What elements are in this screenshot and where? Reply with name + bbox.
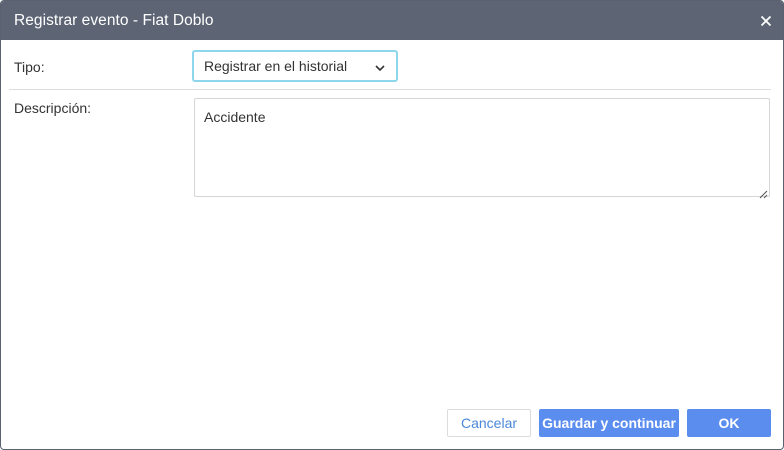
cancel-button[interactable]: Cancelar bbox=[447, 409, 531, 437]
register-event-dialog: Registrar evento - Fiat Doblo Tipo: Regi… bbox=[0, 0, 784, 450]
descripcion-text: Accidente bbox=[204, 109, 266, 125]
dialog-titlebar: Registrar evento - Fiat Doblo bbox=[1, 1, 783, 40]
tipo-select-value: Registrar en el historial bbox=[204, 58, 348, 74]
tipo-label: Tipo: bbox=[14, 59, 45, 75]
tipo-select[interactable]: Registrar en el historial bbox=[193, 51, 397, 81]
descripcion-label: Descripción: bbox=[14, 100, 92, 116]
ok-button[interactable]: OK bbox=[687, 409, 771, 437]
descripcion-textarea[interactable]: Accidente bbox=[194, 98, 770, 199]
dialog-title: Registrar evento - Fiat Doblo bbox=[14, 12, 214, 29]
close-icon[interactable] bbox=[756, 11, 776, 31]
chevron-down-icon bbox=[374, 61, 386, 73]
form-divider bbox=[9, 89, 771, 90]
save-and-continue-button[interactable]: Guardar y continuar bbox=[539, 409, 679, 437]
resize-handle-icon[interactable] bbox=[759, 186, 768, 199]
